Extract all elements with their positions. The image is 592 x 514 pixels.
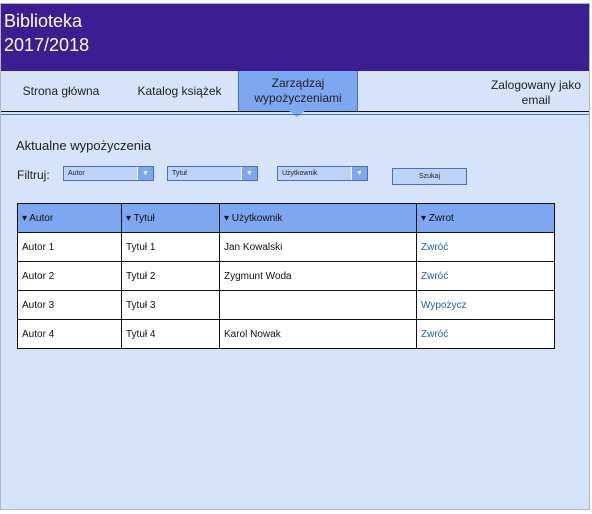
- cell-author: Autor 2: [17, 261, 122, 291]
- chevron-down-icon[interactable]: ▼: [351, 167, 367, 180]
- filter-author-select[interactable]: Autor ▼: [63, 166, 154, 181]
- nav-divider: [1, 114, 589, 115]
- column-header-title[interactable]: ▾ Tytuł: [121, 203, 220, 233]
- column-header-user[interactable]: ▾ Użytkownik: [219, 203, 417, 233]
- cell-title: Tytuł 2: [121, 261, 220, 291]
- cell-user: Zygmunt Woda: [219, 261, 417, 291]
- table-row: Autor 3 Tytuł 3 Wypożycz: [17, 290, 555, 320]
- filter-title-select[interactable]: Tytuł ▼: [167, 166, 258, 181]
- nav-item-logged-in: Zalogowany jako email: [490, 78, 582, 107]
- return-link[interactable]: Zwróć: [416, 319, 555, 349]
- cell-title: Tytuł 3: [121, 290, 220, 320]
- cell-author: Autor 4: [17, 319, 122, 349]
- nav-bar: Strona główna Katalog książek Zarządzaj …: [1, 71, 589, 112]
- nav-item-manage-loans[interactable]: Zarządzaj wypożyczeniami: [238, 71, 358, 111]
- return-link[interactable]: Zwróć: [416, 261, 555, 291]
- search-button[interactable]: Szukaj: [392, 168, 467, 185]
- app-window: Biblioteka 2017/2018 Strona główna Katal…: [0, 3, 590, 510]
- header: Biblioteka 2017/2018: [1, 4, 589, 71]
- borrow-link[interactable]: Wypożycz: [416, 290, 555, 320]
- cell-author: Autor 3: [17, 290, 122, 320]
- table-header-row: ▾ Autor ▾ Tytuł ▾ Użytkownik ▾ Zwrot: [17, 203, 555, 233]
- cell-author: Autor 1: [17, 232, 122, 262]
- filter-author-value: Autor: [68, 170, 85, 177]
- table-row: Autor 4 Tytuł 4 Karol Nowak Zwróć: [17, 319, 555, 349]
- cell-user: [219, 290, 417, 320]
- cell-user: Jan Kowalski: [219, 232, 417, 262]
- cell-title: Tytuł 1: [121, 232, 220, 262]
- app-title: Biblioteka 2017/2018: [4, 11, 90, 55]
- filter-user-select[interactable]: Użytkownik ▼: [277, 166, 368, 181]
- nav-item-home[interactable]: Strona główna: [1, 71, 121, 111]
- nav-item-catalog[interactable]: Katalog książek: [121, 71, 238, 111]
- loans-table: ▾ Autor ▾ Tytuł ▾ Użytkownik ▾ Zwrot Aut…: [17, 203, 555, 349]
- table-row: Autor 1 Tytuł 1 Jan Kowalski Zwróć: [17, 232, 555, 262]
- filter-user-value: Użytkownik: [282, 170, 318, 177]
- chevron-down-icon[interactable]: ▼: [241, 167, 257, 180]
- filter-title-value: Tytuł: [172, 170, 187, 177]
- table-row: Autor 2 Tytuł 2 Zygmunt Woda Zwróć: [17, 261, 555, 291]
- return-link[interactable]: Zwróć: [416, 232, 555, 262]
- section-title: Aktualne wypożyczenia: [16, 138, 152, 153]
- column-header-author[interactable]: ▾ Autor: [17, 203, 122, 233]
- cell-user: Karol Nowak: [219, 319, 417, 349]
- cell-title: Tytuł 4: [121, 319, 220, 349]
- filter-label: Filtruj:: [17, 168, 50, 182]
- chevron-down-icon[interactable]: ▼: [137, 167, 153, 180]
- column-header-return[interactable]: ▾ Zwrot: [416, 203, 555, 233]
